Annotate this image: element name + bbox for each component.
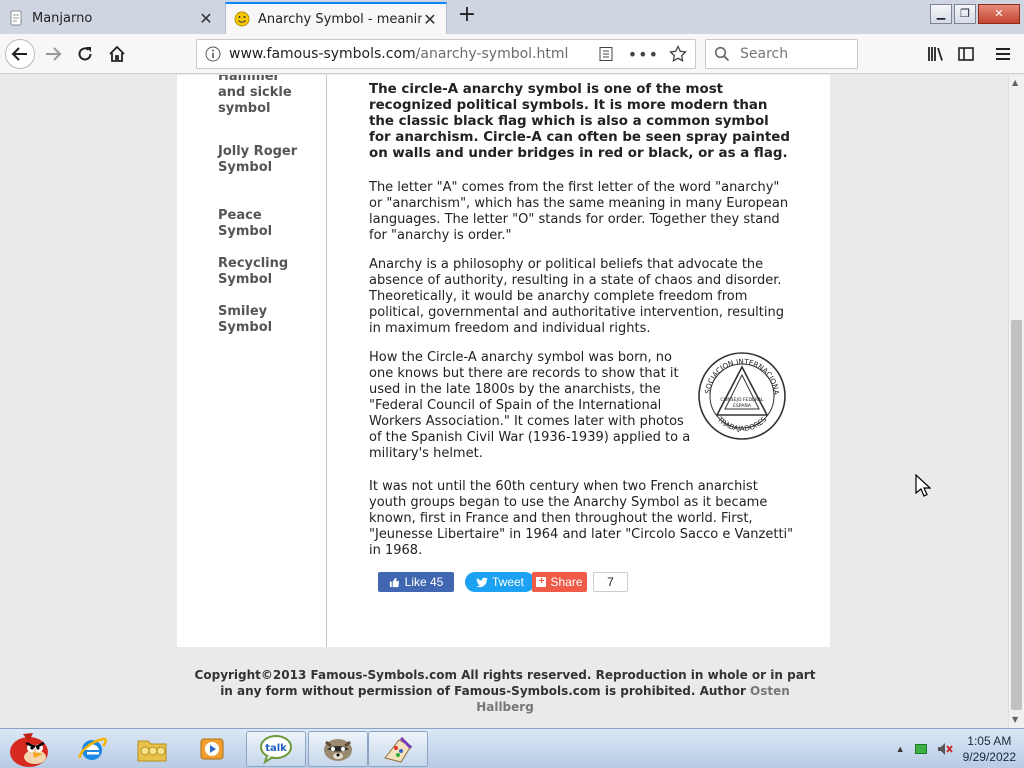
home-icon [109,45,125,62]
scrollbar-thumb[interactable] [1011,320,1022,710]
vertical-scrollbar[interactable]: ▲ ▼ [1008,75,1024,728]
minimize-button[interactable]: ▁ [930,4,952,24]
search-icon [714,46,730,62]
reload-button[interactable] [70,39,100,69]
mouse-cursor-icon [915,474,931,497]
sidebar-link-smiley[interactable]: Smiley Symbol [218,304,308,336]
folder-icon [137,740,167,762]
raccoon-icon [324,739,352,761]
article-paragraph-3: How the Circle-A anarchy symbol was born… [369,350,691,461]
page-viewport: Hammer and sickle symbol Jolly Roger Sym… [0,75,1008,728]
twitter-bird-icon [475,577,488,587]
info-icon[interactable] [205,46,221,62]
share-count: 7 [593,572,628,592]
sidebar-toggle-button[interactable] [951,39,981,69]
library-button[interactable] [920,39,950,69]
taskbar-paint-app[interactable] [368,731,428,767]
copyright-text: Copyright©2013 Famous-Symbols.com All ri… [194,668,816,698]
restore-button[interactable]: ❐ [954,4,976,24]
url-path: /anarchy-symbol.html [415,46,569,62]
navigation-toolbar: www.famous-symbols.com/anarchy-symbol.ht… [0,34,1024,74]
article-paragraph-1: The letter "A" comes from the first lett… [369,180,789,243]
taskbar-file-explorer[interactable] [122,731,182,767]
menu-button[interactable] [988,39,1018,69]
symbol-nav-sidebar: Hammer and sickle symbol Jolly Roger Sym… [177,75,327,647]
hamburger-menu-icon [996,48,1010,60]
close-tab-icon[interactable]: ✕ [422,10,438,29]
like-label: Like 45 [404,575,444,589]
url-domain: www.famous-symbols.com [229,46,416,62]
plus-square-icon: + [536,577,547,587]
window-controls: ▁ ❐ ✕ [930,4,1020,24]
show-hidden-icons-icon[interactable]: ▲ [896,744,905,754]
scroll-up-arrow-icon[interactable]: ▲ [1012,78,1018,87]
tab-anarchy-symbol[interactable]: Anarchy Symbol - meaning and history ✕ [225,2,447,34]
sidebar-link-recycling[interactable]: Recycling Symbol [218,256,308,288]
forward-arrow-icon [46,47,62,61]
article-content: The circle-A anarchy symbol is one of th… [327,75,830,647]
tab-manjarno[interactable]: Manjarno ✕ [0,2,222,34]
taskbar: talk ▲ 1:05 AM 9/29/2022 [0,728,1024,768]
clock-time: 1:05 AM [967,734,1012,748]
thumbs-up-icon [389,577,399,587]
tab-title: Anarchy Symbol - meaning and history [258,11,422,27]
federal-council-seal-image: ASOCIACION INTERNACIONAL TRABAJADORES CO… [697,351,786,440]
system-tray: ▲ 1:05 AM 9/29/2022 [896,731,1016,767]
angry-bird-start-icon [10,733,48,767]
tweet-button[interactable]: Tweet [465,572,535,592]
search-box[interactable] [705,39,858,69]
back-button[interactable] [5,39,35,69]
share-label: Share [550,575,583,589]
sidebar-icon [958,47,974,61]
reader-view-icon[interactable] [598,46,614,62]
forward-button[interactable] [38,39,68,69]
smiley-favicon-icon [234,11,250,27]
search-input[interactable] [738,45,838,63]
internet-explorer-icon [78,737,107,760]
svg-text:talk: talk [265,743,287,754]
taskbar-internet-explorer[interactable] [62,731,122,767]
back-arrow-icon [11,47,27,61]
tweet-label: Tweet [491,575,524,589]
sidebar-link-hammer-sickle[interactable]: Hammer and sickle symbol [218,75,308,117]
clock[interactable]: 1:05 AM 9/29/2022 [963,733,1016,765]
taskbar-google-talk[interactable]: talk [246,731,306,767]
sidebar-link-peace[interactable]: Peace Symbol [218,208,308,240]
start-button[interactable] [0,731,56,767]
seal-inner-text: CONSEJO FEDERAL [720,397,764,403]
close-window-button[interactable]: ✕ [978,4,1020,24]
library-icon [928,47,943,61]
tab-strip: Manjarno ✕ Anarchy Symbol - meaning and … [0,0,1024,34]
chat-bubble-icon: talk [260,735,292,764]
scroll-down-arrow-icon[interactable]: ▼ [1012,715,1018,724]
page-actions-icon[interactable]: ••• [628,45,659,64]
taskbar-raccoon-app[interactable] [308,731,368,767]
document-icon [10,10,22,26]
reload-icon [78,47,92,61]
tab-title: Manjarno [32,10,93,26]
media-player-icon [200,738,224,760]
page-footer: Copyright©2013 Famous-Symbols.com All ri… [190,667,820,715]
bookmark-star-icon[interactable] [669,45,687,63]
sidebar-link-jolly-roger[interactable]: Jolly Roger Symbol [218,144,308,176]
share-button[interactable]: + Share [532,572,587,592]
home-button[interactable] [102,39,132,69]
taskbar-media-player[interactable] [182,731,242,767]
new-tab-button[interactable]: + [455,4,479,28]
lead-paragraph: The circle-A anarchy symbol is one of th… [369,82,790,161]
close-tab-icon[interactable]: ✕ [198,9,214,28]
network-icon[interactable] [914,744,927,754]
facebook-like-button[interactable]: Like 45 [378,572,454,592]
volume-muted-icon[interactable] [937,742,953,756]
clock-date: 9/29/2022 [962,750,1016,764]
paint-palette-icon [384,736,413,763]
address-bar[interactable]: www.famous-symbols.com/anarchy-symbol.ht… [196,39,696,69]
article-paragraph-2: Anarchy is a philosophy or political bel… [369,257,784,336]
seal-center-text: ESPAÑA [733,402,752,409]
article-paragraph-4: It was not until the 60th century when t… [369,479,794,558]
